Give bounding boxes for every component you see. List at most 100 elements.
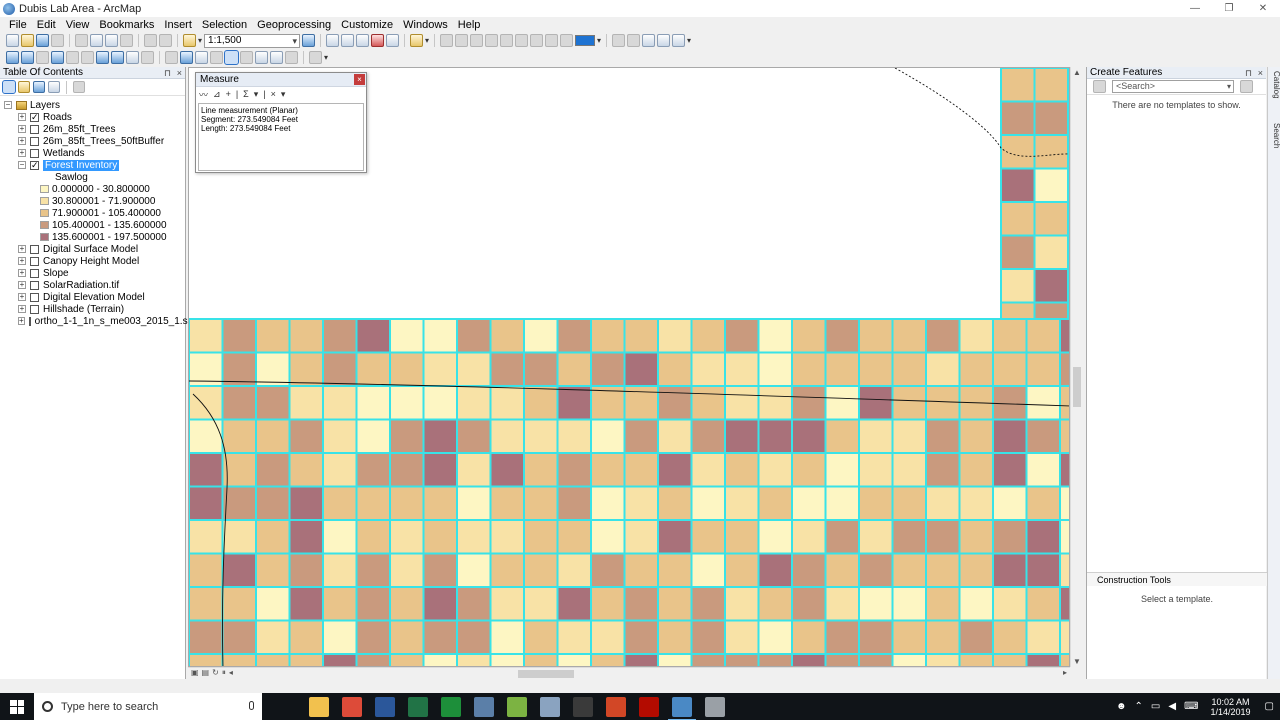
raster-cell[interactable]	[1059, 586, 1070, 622]
minimize-button[interactable]: —	[1178, 0, 1212, 17]
raster-cell[interactable]	[724, 552, 760, 588]
raster-cell[interactable]	[858, 552, 894, 588]
editor-toolbar-icon[interactable]	[302, 34, 316, 47]
raster-cell[interactable]	[556, 452, 592, 488]
raster-cell[interactable]	[757, 586, 793, 622]
raster-cell[interactable]	[690, 318, 726, 354]
expand-icon[interactable]: +	[18, 113, 26, 121]
raster-cell[interactable]	[489, 619, 525, 655]
add-data-dropdown-icon[interactable]: ▾	[198, 36, 202, 45]
raster-cell[interactable]	[1059, 619, 1070, 655]
layer-digital-elevation-model[interactable]: + Digital Elevation Model	[0, 291, 185, 303]
raster-cell[interactable]	[992, 351, 1028, 387]
raster-cell[interactable]	[288, 586, 324, 622]
menu-edit[interactable]: Edit	[32, 19, 61, 31]
template-search-input[interactable]: <Search>	[1112, 80, 1234, 93]
raster-cell[interactable]	[623, 619, 659, 655]
file-explorer-icon[interactable]	[309, 696, 329, 717]
add-data-icon[interactable]	[183, 34, 196, 47]
raster-cell[interactable]	[355, 318, 391, 354]
raster-cell[interactable]	[623, 653, 659, 667]
raster-cell[interactable]	[690, 485, 726, 521]
raster-cell[interactable]	[456, 519, 492, 555]
raster-cell[interactable]	[389, 351, 425, 387]
menu-bookmarks[interactable]: Bookmarks	[94, 19, 159, 31]
raster-cell[interactable]	[757, 485, 793, 521]
raster-cell[interactable]	[690, 418, 726, 454]
raster-cell[interactable]	[590, 318, 626, 354]
expand-icon[interactable]: +	[18, 257, 26, 265]
list-by-source-icon[interactable]	[18, 81, 30, 93]
raster-cell[interactable]	[1000, 234, 1036, 270]
raster-cell[interactable]	[523, 318, 559, 354]
save-icon[interactable]	[36, 34, 49, 47]
raster-cell[interactable]	[189, 586, 224, 622]
create-features-pin-icon[interactable]: ⊓	[1245, 67, 1252, 79]
menu-geoprocessing[interactable]: Geoprocessing	[252, 19, 336, 31]
raster-cell[interactable]	[1000, 68, 1036, 103]
raster-cell[interactable]	[1033, 134, 1069, 170]
raster-cell[interactable]	[824, 418, 860, 454]
draw-tool-3-icon[interactable]	[470, 34, 484, 47]
raster-cell[interactable]	[1025, 586, 1061, 622]
taskbar-search[interactable]: Type here to search	[34, 693, 262, 720]
arcgis-icon[interactable]	[474, 696, 494, 717]
expand-icon[interactable]: +	[18, 269, 26, 277]
raster-cell[interactable]	[355, 418, 391, 454]
raster-cell[interactable]	[1059, 485, 1070, 521]
raster-cell[interactable]	[1000, 134, 1036, 170]
layer-visibility-checkbox[interactable]: ✓	[30, 160, 39, 170]
raster-cell[interactable]	[1033, 68, 1069, 103]
measure-line-icon[interactable]: 〰	[199, 88, 208, 101]
layer-visibility-checkbox[interactable]	[30, 256, 39, 266]
pan-icon[interactable]	[36, 51, 49, 64]
toc-options-icon[interactable]	[73, 81, 85, 93]
raster-cell[interactable]	[489, 452, 525, 488]
undo-icon[interactable]	[144, 34, 157, 47]
raster-cell[interactable]	[523, 418, 559, 454]
raster-cell[interactable]	[255, 552, 291, 588]
raster-cell[interactable]	[824, 653, 860, 667]
raster-cell[interactable]	[422, 586, 458, 622]
excel-icon[interactable]	[408, 696, 428, 717]
raster-cell[interactable]	[992, 653, 1028, 667]
raster-cell[interactable]	[221, 418, 257, 454]
raster-cell[interactable]	[992, 452, 1028, 488]
raster-cell[interactable]	[925, 485, 961, 521]
raster-cell[interactable]	[1059, 351, 1070, 387]
fill-color-dropdown-icon[interactable]: ▾	[597, 36, 601, 45]
raster-cell[interactable]	[523, 552, 559, 588]
raster-cell[interactable]	[456, 385, 492, 421]
find-route-icon[interactable]	[255, 51, 268, 64]
raster-cell[interactable]	[389, 418, 425, 454]
raster-cell[interactable]	[891, 485, 927, 521]
search-templates-icon[interactable]	[1240, 80, 1253, 93]
raster-cell[interactable]	[724, 653, 760, 667]
expand-icon[interactable]: +	[18, 149, 26, 157]
expand-icon[interactable]: +	[18, 305, 26, 313]
raster-cell[interactable]	[523, 485, 559, 521]
raster-cell[interactable]	[925, 653, 961, 667]
raster-cell[interactable]	[1000, 100, 1036, 136]
raster-cell[interactable]	[355, 385, 391, 421]
raster-cell[interactable]	[489, 351, 525, 387]
raster-cell[interactable]	[724, 351, 760, 387]
raster-cell[interactable]	[958, 418, 994, 454]
go-back-icon[interactable]	[96, 51, 109, 64]
raster-cell[interactable]	[958, 351, 994, 387]
raster-cell[interactable]	[824, 619, 860, 655]
raster-cell[interactable]	[791, 452, 827, 488]
start-button[interactable]	[0, 693, 34, 720]
units-dropdown-icon[interactable]: ▾	[254, 89, 259, 100]
raster-cell[interactable]	[657, 318, 693, 354]
raster-cell[interactable]	[590, 485, 626, 521]
raster-cell[interactable]	[858, 351, 894, 387]
raster-cell[interactable]	[523, 351, 559, 387]
raster-cell[interactable]	[590, 653, 626, 667]
raster-cell[interactable]	[992, 619, 1028, 655]
measure-area-icon[interactable]: ⊿	[213, 89, 221, 100]
raster-cell[interactable]	[322, 552, 358, 588]
collapse-icon[interactable]: −	[4, 101, 12, 109]
raster-cell[interactable]	[288, 485, 324, 521]
layer-visibility-checkbox[interactable]	[28, 316, 31, 326]
